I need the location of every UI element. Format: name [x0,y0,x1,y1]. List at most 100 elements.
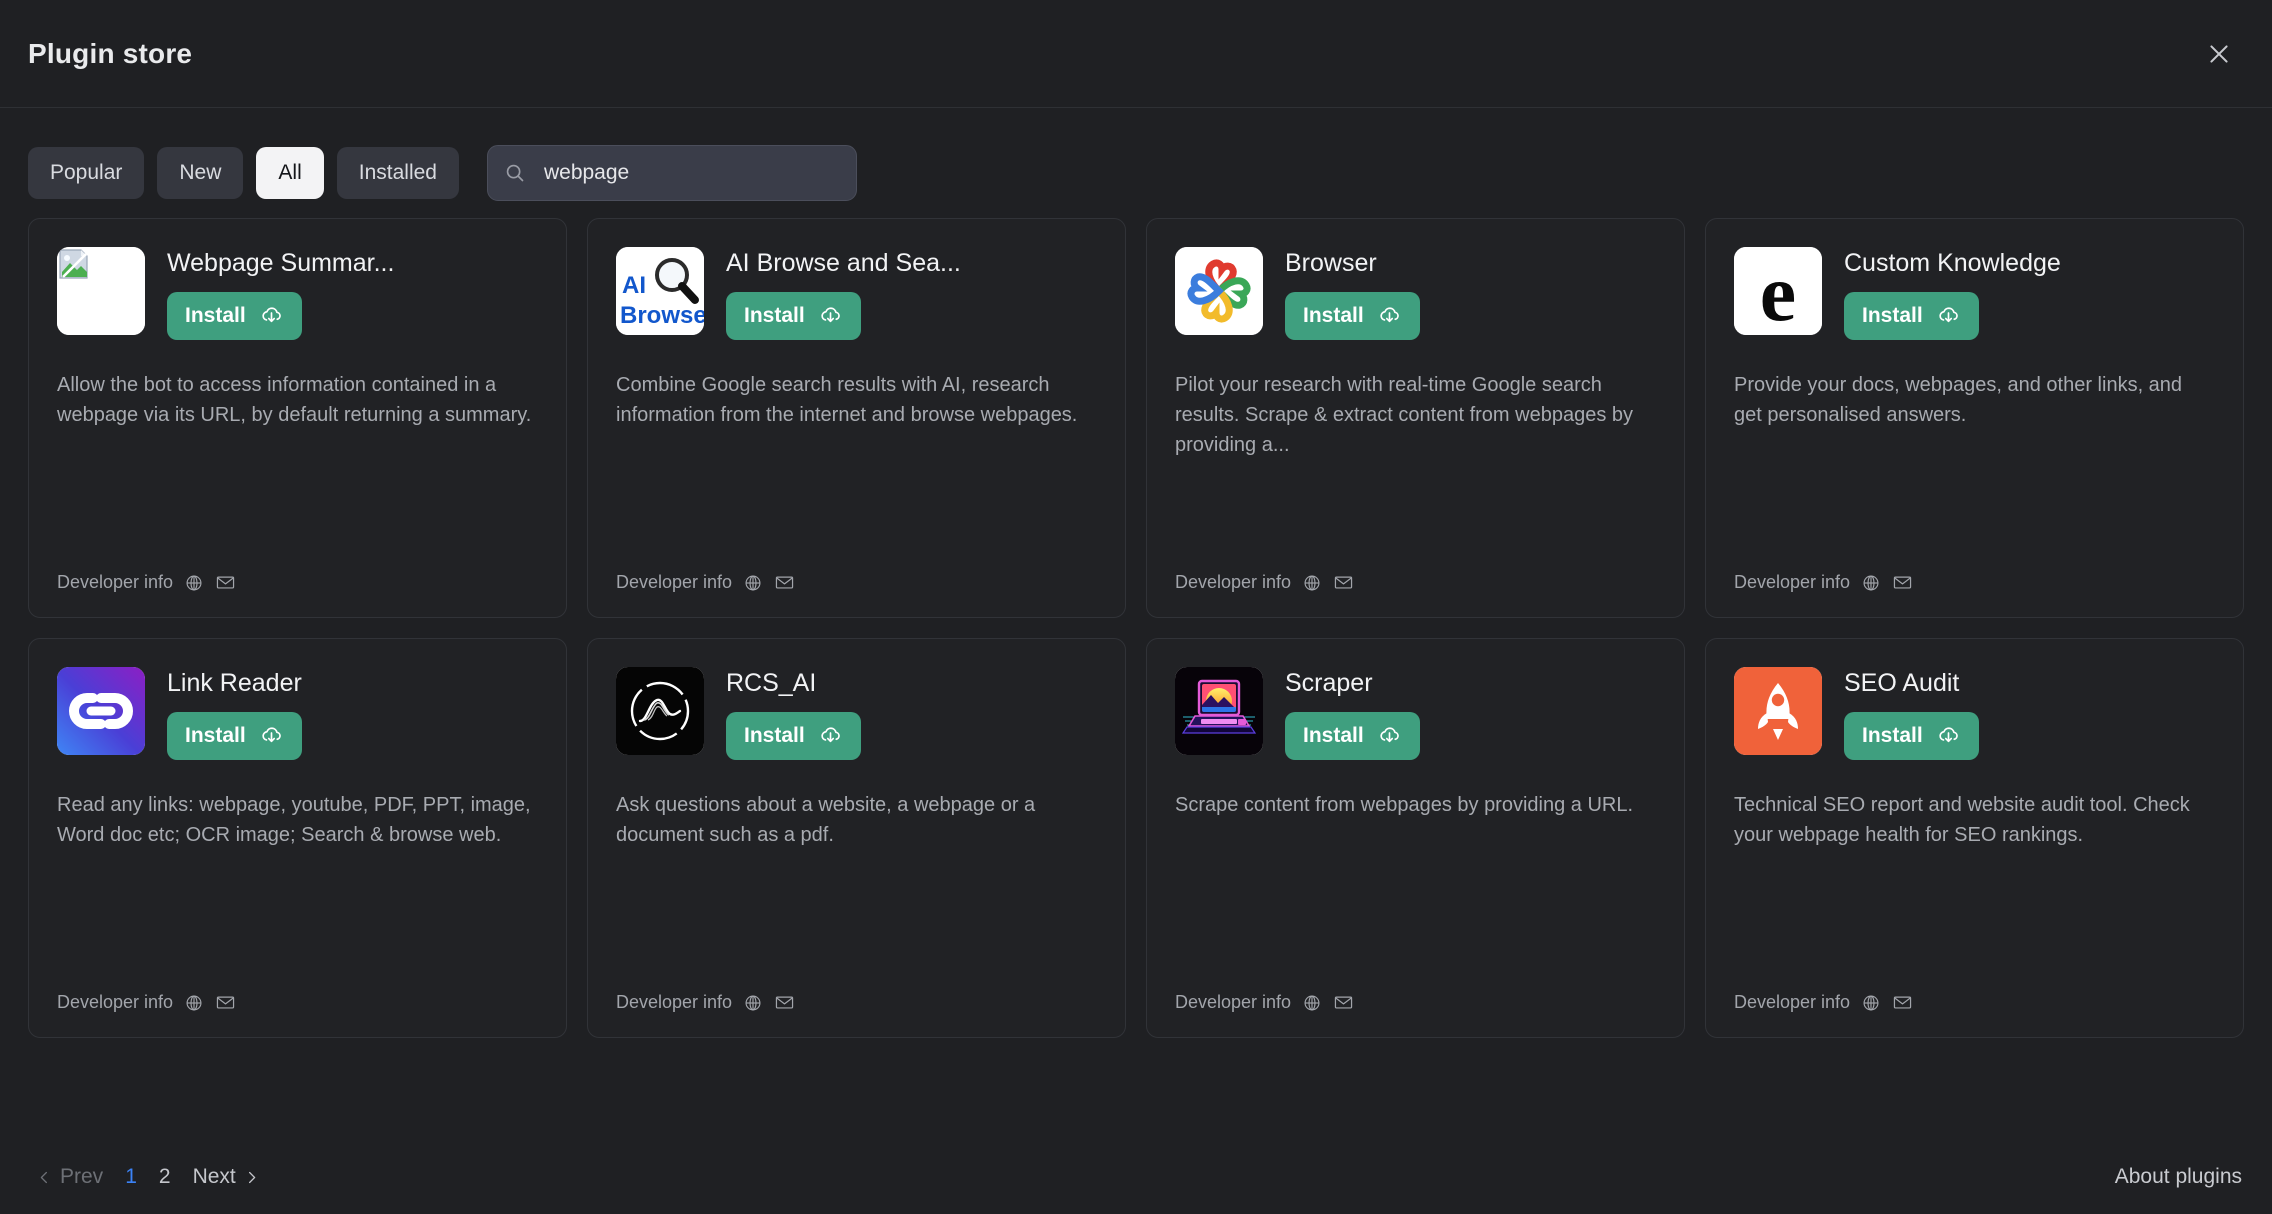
plugin-card[interactable]: Webpage Summar... Install Allow the bot … [28,218,567,618]
svg-text:AI: AI [622,272,646,299]
globe-icon[interactable] [184,993,204,1013]
cloud-download-icon [1380,727,1399,743]
pagination: Prev 1 2 Next [26,1159,270,1195]
page-button-2[interactable]: 2 [148,1159,182,1195]
install-button[interactable]: Install [1844,711,1979,760]
plugin-grid: Webpage Summar... Install Allow the bot … [0,200,2272,1038]
search-input[interactable]: webpage [486,145,857,201]
plugin-card[interactable]: Browser Install Pilot your research with… [1146,218,1685,618]
card-meta: Scraper Install [1285,667,1656,760]
card-header: SEO Audit Install [1734,667,2215,760]
card-meta: RCS_AI Install [726,667,1097,760]
plugin-name: Browser [1285,250,1377,277]
cloud-download-icon [821,307,840,323]
plugin-card[interactable]: RCS_AI Install Ask questions about a web… [587,638,1126,1038]
developer-info-row: Developer info [57,992,236,1013]
svg-text:e: e [1760,247,1796,335]
cloud-download-icon [821,727,840,743]
install-button[interactable]: Install [726,291,861,340]
developer-info-row: Developer info [1734,992,1913,1013]
install-button[interactable]: Install [1285,711,1420,760]
card-meta: Link Reader Install [167,667,538,760]
filter-toolbar: Popular New All Installed webpage [0,108,2272,201]
install-label: Install [185,723,246,747]
globe-icon[interactable] [1861,993,1881,1013]
plugin-name: RCS_AI [726,670,817,697]
about-plugins-link[interactable]: About plugins [2115,1165,2242,1189]
plugin-name: Webpage Summar... [167,250,395,277]
plugin-card[interactable]: AI Browse AI Browse and Sea... Install C… [587,218,1126,618]
plugin-name: Custom Knowledge [1844,250,2061,277]
install-button[interactable]: Install [167,711,302,760]
tab-new[interactable]: New [157,147,244,199]
retro-computer-icon [1175,667,1263,755]
tab-installed[interactable]: Installed [336,147,459,199]
cloud-download-icon [262,727,281,743]
plugin-description: Ask questions about a website, a webpage… [616,793,1036,846]
install-button[interactable]: Install [167,291,302,340]
install-label: Install [744,303,805,327]
plugin-card[interactable]: Link Reader Install Read any links: webp… [28,638,567,1038]
card-header: RCS_AI Install [616,667,1097,760]
envelope-icon[interactable] [774,572,795,593]
envelope-icon[interactable] [774,992,795,1013]
search-icon [506,164,524,182]
plugin-name: Link Reader [167,670,302,697]
envelope-icon[interactable] [1892,572,1913,593]
install-button[interactable]: Install [1844,291,1979,340]
plugin-card[interactable]: e Custom Knowledge Install Provide your … [1705,218,2244,618]
developer-info-row: Developer info [1175,992,1354,1013]
chevron-left-icon [40,1171,47,1183]
globe-icon[interactable] [1302,993,1322,1013]
next-page-label: Next [192,1165,236,1188]
developer-info-label[interactable]: Developer info [57,572,173,593]
plugin-description: Pilot your research with real-time Googl… [1175,373,1633,457]
envelope-icon[interactable] [215,992,236,1013]
broken-image-icon [57,247,145,335]
developer-info-label[interactable]: Developer info [1175,572,1291,593]
prev-page-button[interactable]: Prev [26,1159,114,1195]
developer-info-label[interactable]: Developer info [616,572,732,593]
plugin-icon [616,667,704,755]
envelope-icon[interactable] [215,572,236,593]
install-button[interactable]: Install [1285,291,1420,340]
envelope-icon[interactable] [1892,992,1913,1013]
developer-info-label[interactable]: Developer info [1734,572,1850,593]
letter-e-icon: e [1734,247,1822,335]
next-page-button[interactable]: Next [182,1159,270,1195]
plugin-icon: AI Browse [616,247,704,335]
install-button[interactable]: Install [726,711,861,760]
plugin-card[interactable]: SEO Audit Install Technical SEO report a… [1705,638,2244,1038]
card-header: e Custom Knowledge Install [1734,247,2215,340]
globe-icon[interactable] [743,993,763,1013]
plugin-description: Scrape content from webpages by providin… [1175,793,1634,816]
plugin-description: Read any links: webpage, youtube, PDF, P… [57,793,531,846]
search-value: webpage [543,161,630,184]
globe-icon[interactable] [184,573,204,593]
envelope-icon[interactable] [1333,572,1354,593]
install-label: Install [185,303,246,327]
globe-icon[interactable] [1861,573,1881,593]
page-button-1[interactable]: 1 [114,1159,148,1195]
developer-info-label[interactable]: Developer info [1175,992,1291,1013]
tab-popular[interactable]: Popular [28,147,145,199]
plugin-card[interactable]: Scraper Install Scrape content from webp… [1146,638,1685,1038]
page-title: Plugin store [28,37,193,69]
tab-all[interactable]: All [256,147,324,199]
developer-info-label[interactable]: Developer info [57,992,173,1013]
globe-icon[interactable] [743,573,763,593]
close-button[interactable] [2196,31,2242,77]
plugin-icon [1175,247,1263,335]
plugin-description: Combine Google search results with AI, r… [616,373,1078,426]
globe-icon[interactable] [1302,573,1322,593]
install-label: Install [1303,723,1364,747]
cloud-download-icon [1380,307,1399,323]
plugin-icon [1175,667,1263,755]
envelope-icon[interactable] [1333,992,1354,1013]
developer-info-label[interactable]: Developer info [1734,992,1850,1013]
developer-info-label[interactable]: Developer info [616,992,732,1013]
plugin-icon [1734,667,1822,755]
card-header: Webpage Summar... Install [57,247,538,340]
plugin-name: Scraper [1285,670,1373,697]
plugin-name: AI Browse and Sea... [726,250,961,277]
